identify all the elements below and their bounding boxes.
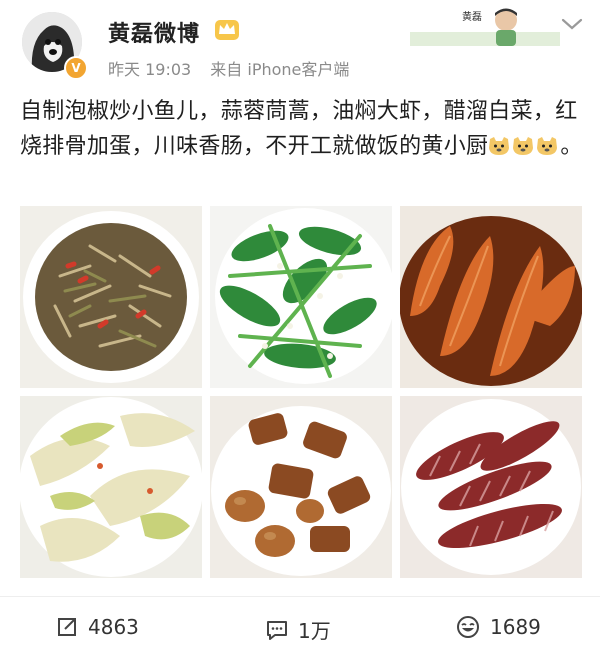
post-time: 昨天 19:03 (108, 60, 192, 79)
chevron-down-icon[interactable] (560, 16, 584, 32)
repost-icon (58, 618, 76, 636)
post-text: 自制泡椒炒小鱼儿，蒜蓉茼蒿，油焖大虾，醋溜白菜，红烧排骨加蛋，川味香肠，不开工就… (20, 94, 584, 164)
like-icon (457, 616, 479, 638)
comment-button[interactable]: 1万 (266, 615, 331, 644)
photo-fried-fish[interactable] (20, 206, 202, 388)
photo-grid (20, 206, 582, 582)
action-bar: 4863 1万 1689 (0, 596, 600, 654)
like-button[interactable]: 1689 (456, 615, 541, 639)
comment-icon (267, 620, 287, 640)
repost-button[interactable]: 4863 (56, 615, 139, 639)
photo-vinegar-cabbage[interactable] (20, 396, 202, 578)
photo-braised-shrimp[interactable] (400, 206, 582, 388)
photo-sichuan-sausage[interactable] (400, 396, 582, 578)
like-count: 1689 (490, 615, 541, 639)
post-meta: 昨天 19:03 来自 iPhone客户端 (108, 56, 363, 80)
username[interactable]: 黄磊微博 (108, 16, 200, 48)
banner-name: 黄磊 (462, 10, 482, 23)
repost-count: 4863 (88, 615, 139, 639)
comment-count: 1万 (298, 619, 331, 643)
verified-v-icon: V (64, 56, 88, 80)
doge-emoji-icon (537, 137, 558, 155)
post-header: V 黄磊微博 昨天 19:03 来自 iPhone客户端 黄磊 (0, 0, 600, 90)
doge-emoji-icon (489, 137, 510, 155)
photo-garlic-greens[interactable] (210, 206, 392, 388)
post-source[interactable]: 来自 iPhone客户端 (210, 60, 349, 79)
photo-braised-ribs-eggs[interactable] (210, 396, 392, 578)
profile-banner-decoration: 黄磊 (410, 4, 560, 48)
post-text-end: 。 (560, 134, 583, 159)
doge-emoji-icon (513, 137, 534, 155)
crown-icon (215, 20, 239, 40)
